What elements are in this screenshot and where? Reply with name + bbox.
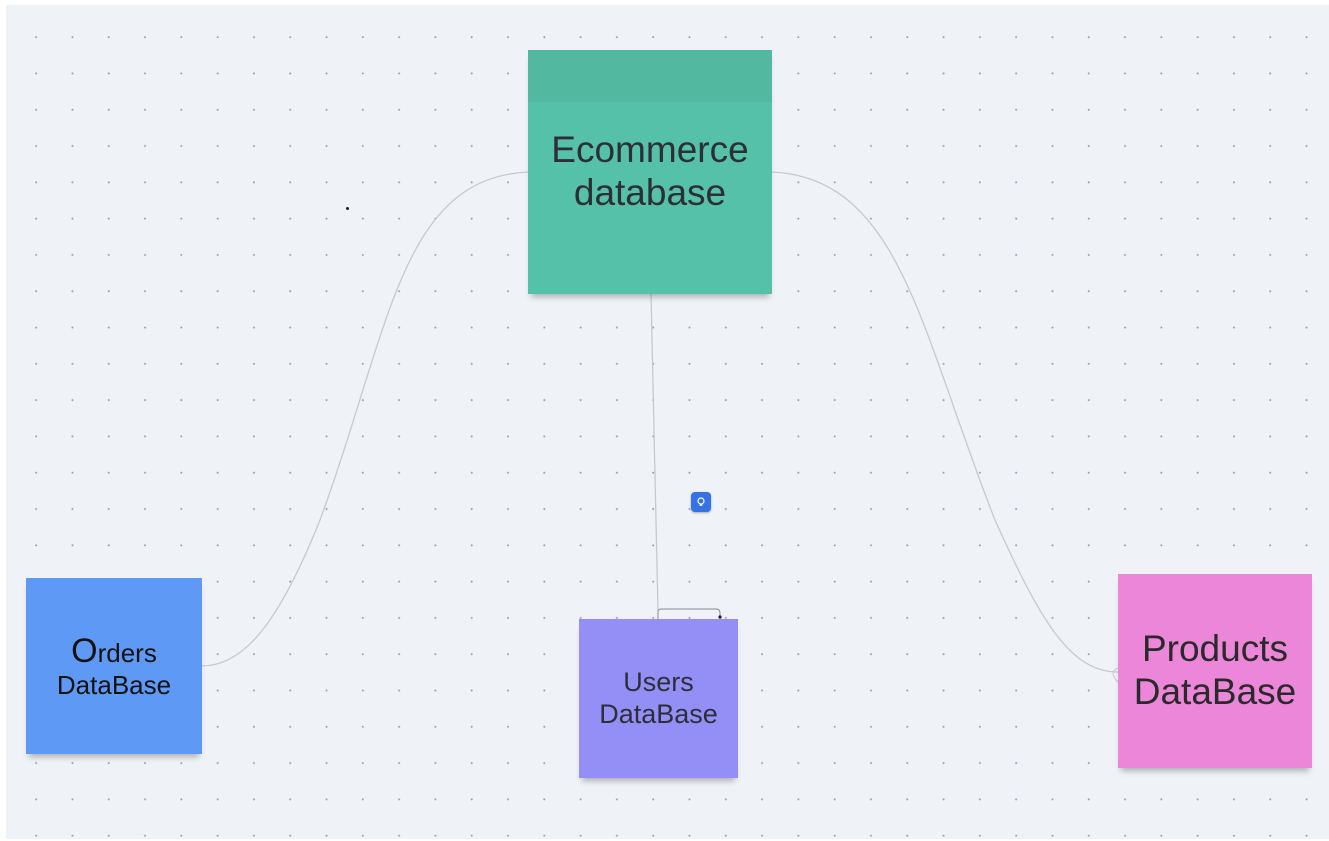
sticky-note-products-database[interactable]: Products DataBase [1118,574,1312,768]
note-text-line1: Products [1141,628,1288,670]
note-initial-letter: O [71,631,98,670]
users-connection-handle[interactable] [657,608,721,619]
idea-button[interactable] [691,492,711,512]
lightbulb-icon [697,497,705,506]
connector-ecommerce-products[interactable] [771,171,1119,673]
note-text-line1: Ecommerce [551,129,749,171]
note-text-line2: DataBase [1133,671,1297,712]
connector-ecommerce-orders[interactable] [201,171,529,667]
sticky-note-orders-database[interactable]: Orders DataBase [26,578,202,754]
sticky-note-users-database[interactable]: Users DataBase [579,619,738,778]
note-text-line1: Orders [71,632,157,671]
note-text-line2: DataBase [599,698,718,729]
note-text-line1: Users [623,667,694,698]
sticky-note-fold [528,50,772,102]
cursor-marker [346,207,349,210]
note-text-line2: database [573,172,727,213]
sticky-note-ecommerce-database[interactable]: Ecommerce database [528,50,772,294]
connector-ecommerce-users[interactable] [650,293,659,612]
note-text-line2: DataBase [56,669,172,700]
note-text-rest: rders [97,637,157,668]
